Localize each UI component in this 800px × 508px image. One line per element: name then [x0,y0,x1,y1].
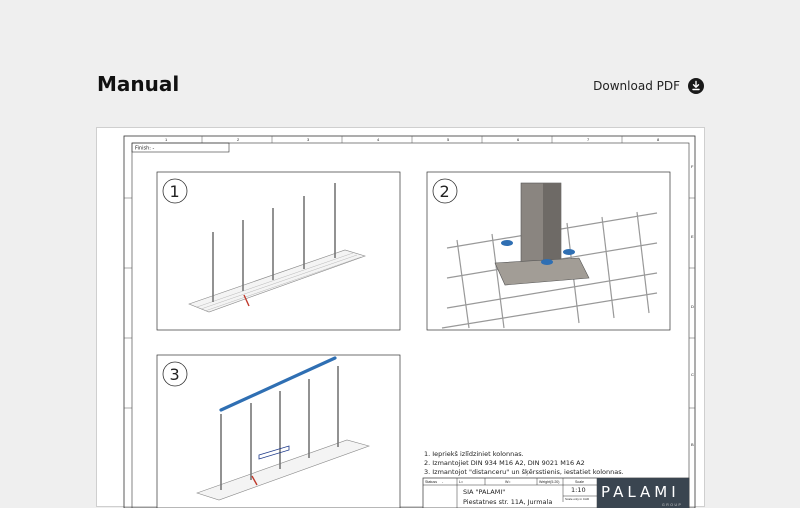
weight-label: Weight(5.20) [539,480,560,484]
logo-text: PALAMI [601,483,680,501]
step-2-number: 2 [440,182,450,201]
border-letter: B [691,442,694,447]
finish-label: Finish: - [135,146,155,152]
manual-document-viewer[interactable]: 1 2 3 4 5 6 7 8 F E D C B Finish: - 1 2 … [96,127,705,508]
length-label: L= [459,480,463,484]
border-number: 7 [587,137,590,142]
page-title: Manual [97,72,180,96]
download-circle-icon [688,78,704,94]
step-1-panel [156,171,401,331]
technical-drawing: 1 2 3 4 5 6 7 8 F E D C B Finish: - 1 2 … [123,135,696,508]
company-address: Piestatnes str. 11A, Jurmala [463,498,552,506]
scale-value: 1:10 [571,486,586,494]
border-letter: D [691,304,694,309]
step-3-panel [156,354,401,508]
download-pdf-button[interactable]: Download PDF [593,78,704,94]
border-number: 3 [307,137,310,142]
download-pdf-label: Download PDF [593,79,680,93]
border-number: 4 [377,137,380,142]
border-number: 6 [517,137,520,142]
border-letter: C [691,372,694,377]
instruction-line-2: 2. Izmantojiet DIN 934 M16 A2, DIN 9021 … [424,459,585,467]
step-3-number: 3 [170,365,180,384]
status-label: Statuss [425,480,437,484]
border-number: 2 [237,137,240,142]
border-letter: F [691,164,694,169]
border-number: 1 [165,137,168,142]
border-letter: E [691,234,694,239]
border-number: 5 [447,137,450,142]
width-label: W= [505,480,511,484]
scale-label: Scale [575,480,584,484]
scale-note: Scale only in CAD [565,497,590,501]
instruction-line-1: 1. Iepriekš izlīdziniet kolonnas. [424,450,524,458]
logo-subtext: GROUP [662,503,682,507]
company-name: SIA "PALAMI" [463,488,505,496]
border-number: 8 [657,137,660,142]
step-1-number: 1 [170,182,180,201]
instruction-line-3: 3. Izmantojot "distanceru" un šķērsstien… [424,468,624,477]
